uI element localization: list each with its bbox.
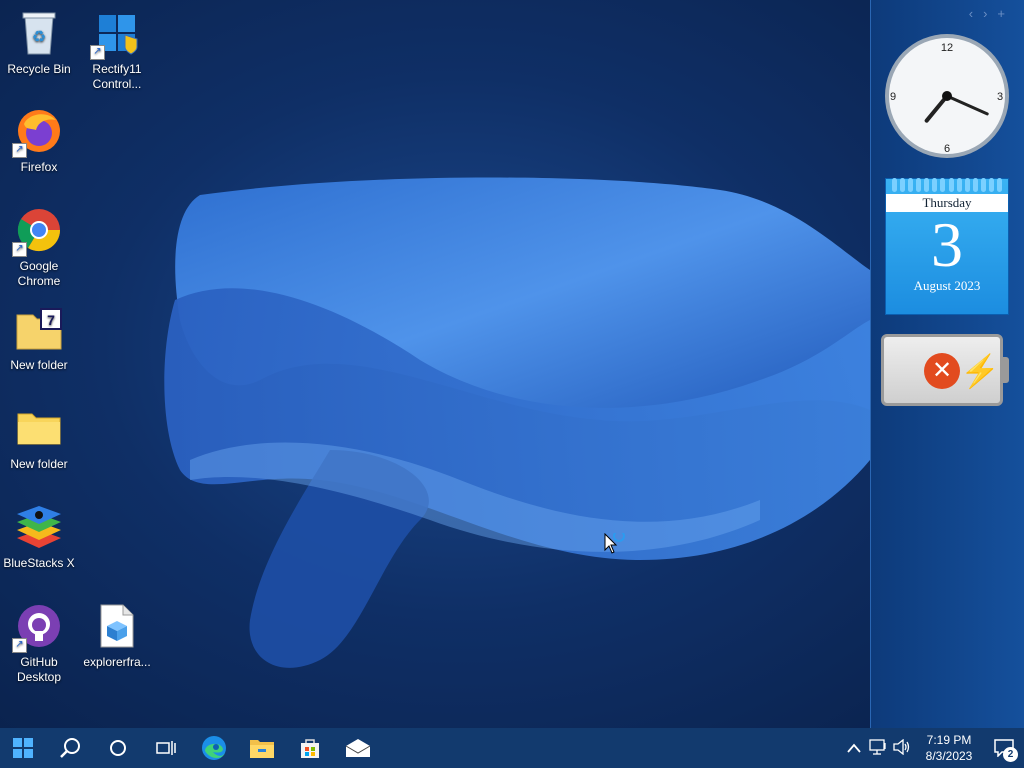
chrome-icon: ↗ — [12, 205, 64, 257]
busy-cursor-icon — [604, 533, 625, 554]
sidebar-next-button[interactable]: › — [983, 6, 997, 21]
notification-badge: 2 — [1003, 747, 1018, 762]
close-icon: ✕ — [924, 353, 960, 389]
gadget-sidebar: ‹›+ 12 3 6 9 Thursday 3 August 2023 ✕ ⚡ — [870, 0, 1024, 728]
bluestacks-icon — [14, 502, 64, 552]
shortcut-arrow-icon: ↗ — [12, 638, 27, 653]
desktop-icon-explorerframe[interactable]: explorerfra... — [78, 601, 156, 670]
taskbar-date: 8/3/2023 — [925, 749, 973, 763]
control-panel-icon: ↗ — [90, 8, 142, 60]
calendar-month-year: August 2023 — [913, 278, 981, 293]
desktop-icon-chrome[interactable]: ↗ Google Chrome — [0, 205, 78, 289]
start-button[interactable] — [0, 728, 46, 768]
desktop-icon-github-desktop[interactable]: ↗ GitHub Desktop — [0, 601, 78, 685]
show-hidden-icons-button[interactable] — [842, 740, 866, 756]
clock-gadget[interactable]: 12 3 6 9 — [883, 32, 1011, 160]
volume-button[interactable] — [890, 738, 914, 758]
desktop-icon-label: Firefox — [20, 160, 58, 174]
sidebar-nav: ‹›+ — [969, 6, 1015, 21]
network-icon — [869, 738, 886, 755]
recycle-bin-icon: ♻ — [14, 8, 64, 58]
start-icon — [13, 738, 33, 758]
calendar-day-number: 3 — [931, 209, 963, 280]
action-center-button[interactable]: 2 — [984, 728, 1024, 768]
edge-button[interactable] — [190, 728, 238, 768]
desktop-icon-label: Recycle Bin — [7, 62, 71, 76]
cortana-icon — [110, 740, 126, 756]
network-button[interactable] — [866, 738, 890, 758]
svg-text:7: 7 — [47, 312, 55, 328]
desktop-icon-new-folder-1[interactable]: 7 New folder — [0, 304, 78, 373]
desktop-icon-firefox[interactable]: ↗ Firefox — [0, 106, 78, 175]
clock-numeral-6: 6 — [944, 143, 950, 155]
volume-icon — [893, 738, 910, 755]
mail-button[interactable] — [334, 728, 382, 768]
calendar-gadget[interactable]: Thursday 3 August 2023 — [885, 178, 1009, 315]
svg-text:♻: ♻ — [32, 29, 46, 46]
search-icon — [60, 738, 80, 758]
taskbar-time: 7:19 PM — [926, 733, 972, 747]
shortcut-arrow-icon: ↗ — [12, 242, 27, 257]
store-icon — [301, 739, 319, 758]
search-button[interactable] — [46, 728, 94, 768]
folder-icon — [14, 403, 64, 453]
file-icon — [92, 601, 142, 651]
folder-7zip-icon: 7 — [14, 304, 64, 354]
sidebar-prev-button[interactable]: ‹ — [969, 6, 983, 21]
clock-numeral-12: 12 — [941, 42, 953, 54]
chevron-up-icon — [847, 743, 861, 753]
clock-button[interactable]: 7:19 PM 8/3/2023 — [914, 732, 984, 764]
shortcut-arrow-icon: ↗ — [12, 143, 27, 158]
desktop: ♻ Recycle Bin ↗ Rectify11 Control... ↗ F… — [0, 0, 870, 728]
file-explorer-icon — [250, 740, 274, 758]
desktop-icon-label: BlueStacks X — [3, 556, 75, 570]
desktop-icon-label: explorerfra... — [83, 655, 151, 669]
desktop-icon-rectify11[interactable]: ↗ Rectify11 Control... — [78, 8, 156, 92]
task-view-icon — [156, 741, 176, 755]
mail-icon — [345, 739, 371, 757]
system-tray: 7:19 PM 8/3/2023 2 — [842, 728, 1024, 768]
desktop-icon-label: GitHub Desktop — [16, 655, 62, 684]
desktop-icon-new-folder-2[interactable]: New folder — [0, 403, 78, 472]
store-button[interactable] — [286, 728, 334, 768]
firefox-icon: ↗ — [12, 106, 64, 158]
desktop-icon-label: New folder — [10, 358, 68, 372]
taskbar: 7:19 PM 8/3/2023 2 — [0, 728, 1024, 768]
desktop-icon-label: New folder — [10, 457, 68, 471]
task-view-button[interactable] — [142, 728, 190, 768]
clock-numeral-9: 9 — [890, 91, 896, 103]
clock-numeral-3: 3 — [997, 91, 1003, 103]
edge-icon — [202, 736, 226, 760]
battery-cap — [1003, 357, 1009, 383]
file-explorer-button[interactable] — [238, 728, 286, 768]
desktop-icon-recycle-bin[interactable]: ♻ Recycle Bin — [0, 8, 78, 77]
desktop-icon-label: Rectify11 Control... — [92, 62, 142, 91]
sidebar-add-button[interactable]: + — [997, 6, 1015, 21]
github-desktop-icon: ↗ — [12, 601, 64, 653]
battery-gadget[interactable]: ✕ ⚡ — [881, 334, 1009, 406]
shortcut-arrow-icon: ↗ — [90, 45, 105, 60]
desktop-icon-label: Google Chrome — [17, 259, 61, 288]
desktop-icon-bluestacks[interactable]: BlueStacks X — [0, 502, 78, 571]
calendar-rings — [886, 178, 1008, 192]
bolt-icon: ⚡ — [960, 353, 1000, 389]
cortana-button[interactable] — [94, 728, 142, 768]
